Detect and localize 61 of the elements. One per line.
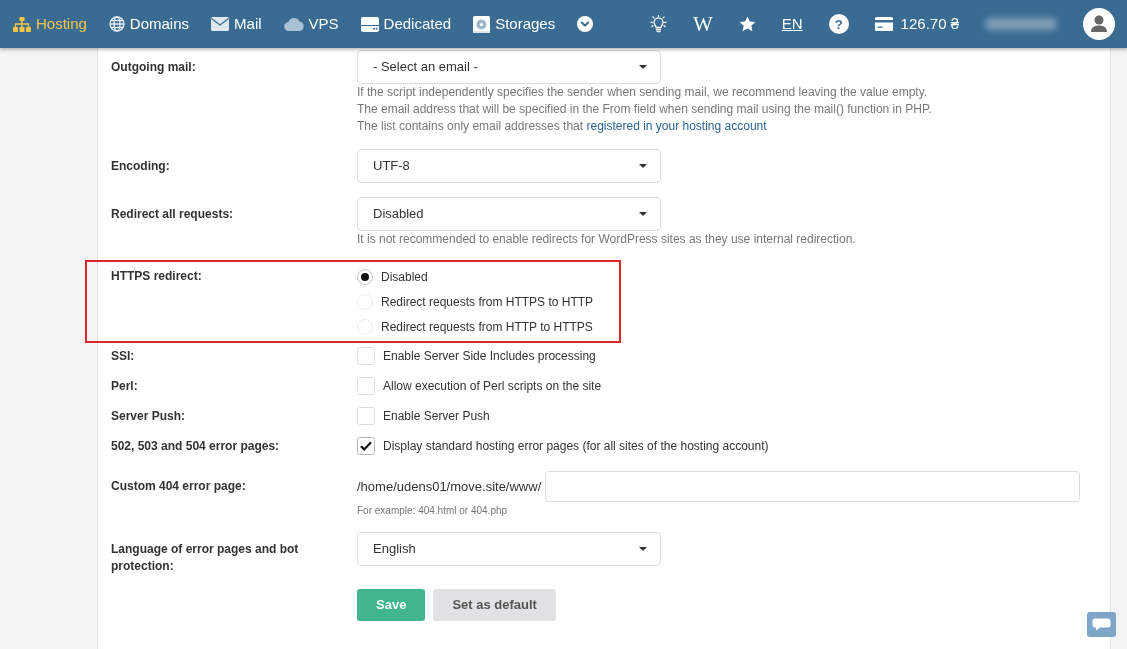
blurred-block — [985, 18, 1057, 30]
field-label: Redirect all requests: — [111, 205, 235, 223]
help-link[interactable]: registered in your hosting account — [586, 119, 767, 133]
select-field[interactable]: English — [357, 532, 661, 566]
checkbox[interactable] — [357, 437, 375, 455]
help-text: The list contains only email addresses that registered in your hosting account — [357, 118, 768, 135]
checkbox[interactable] — [357, 347, 375, 365]
cloud-icon — [283, 17, 304, 31]
select-field[interactable]: Disabled — [357, 197, 661, 231]
field-label: Language of error pages and bot protection: — [111, 540, 300, 575]
caret-icon — [639, 164, 647, 168]
field-label: HTTPS redirect: — [111, 268, 203, 285]
chat-icon[interactable] — [1087, 612, 1116, 637]
field-label: Server Push: — [111, 407, 187, 425]
field-label: Custom 404 error page: — [111, 478, 247, 495]
wiki-link[interactable]: W — [692, 13, 713, 35]
checkbox-label: Enable Server Push — [383, 408, 490, 425]
radio-label: Redirect requests from HTTP to HTTPS — [381, 318, 593, 336]
nav-tab[interactable]: VPS — [283, 12, 339, 36]
help-button[interactable]: ? — [828, 14, 849, 34]
field-label: Outgoing mail: — [111, 58, 197, 76]
hint-text: For example: 404.html or 404.php — [357, 504, 509, 518]
nav-tab[interactable]: Mail — [211, 12, 262, 36]
input-field[interactable] — [545, 471, 1080, 502]
select-field[interactable]: UTF-8 — [357, 149, 661, 183]
avatar-icon[interactable] — [1083, 8, 1115, 40]
field-label: Encoding: — [111, 157, 171, 175]
radio-label: Disabled — [381, 268, 428, 286]
field-label: Perl: — [111, 377, 139, 395]
envelope-icon — [211, 17, 230, 31]
chevron-down-icon[interactable] — [577, 16, 594, 32]
default-button[interactable]: Set as default — [433, 588, 556, 621]
radio-label: Redirect requests from HTTPS to HTTP — [381, 293, 594, 311]
field-label: 502, 503 and 504 error pages: — [111, 437, 281, 455]
language-link[interactable]: EN — [781, 12, 803, 36]
help-text: The email address that will be specified in the From field when sending mail using the mail() function in PHP. — [357, 101, 933, 118]
checkbox-label: Display standard hosting error pages (for all sites of the hosting account) — [383, 438, 769, 455]
lightbulb-icon[interactable] — [649, 15, 667, 33]
radio-button[interactable] — [357, 268, 373, 285]
hierarchy-icon — [13, 16, 31, 32]
checkbox-label: Allow execution of Perl scripts on the site — [383, 378, 602, 395]
help-text: It is not recommended to enable redirects for WordPress sites as they use internal redirection. — [357, 231, 857, 248]
nav-tab[interactable]: Hosting — [13, 12, 87, 36]
card-icon — [874, 17, 893, 31]
nav-tab[interactable]: Domains — [108, 12, 190, 36]
nav-tab[interactable]: Dedicated — [360, 12, 452, 36]
checkbox[interactable] — [357, 407, 375, 425]
star-icon[interactable] — [738, 16, 756, 32]
help-text: If the script independently specifies the sender when sending mail, we recommend leaving the value empty. — [357, 84, 929, 101]
caret-icon — [639, 547, 647, 551]
caret-icon — [639, 212, 647, 216]
checkbox-label: Enable Server Side Includes processing — [383, 348, 596, 365]
path-prefix: /home/udens01/move.site/www/ — [357, 477, 542, 496]
checkbox[interactable] — [357, 377, 375, 395]
nav-tab[interactable]: Storages — [473, 12, 556, 36]
caret-icon — [639, 65, 647, 69]
field-label: SSI: — [111, 347, 136, 365]
globe-icon — [108, 16, 125, 32]
balance-link[interactable]: 126.70 ₴ — [874, 12, 959, 36]
server-icon — [360, 16, 379, 32]
select-field[interactable]: - Select an email - — [357, 50, 661, 84]
